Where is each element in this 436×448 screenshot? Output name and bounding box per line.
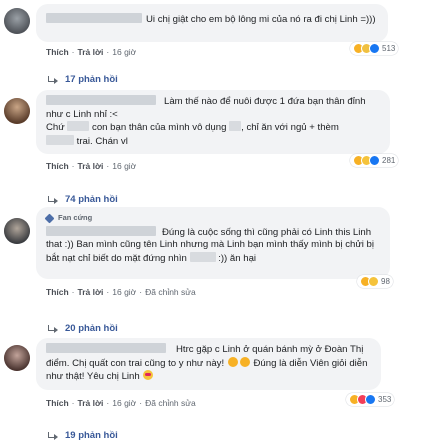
- fan-badge: Fan cứng: [44, 212, 380, 225]
- timestamp[interactable]: 16 giờ: [112, 47, 136, 57]
- like-link[interactable]: Thích: [46, 398, 69, 408]
- redacted-mention: [46, 134, 74, 145]
- reply-arrow-icon: [46, 195, 60, 204]
- reaction-summary[interactable]: 353: [346, 393, 395, 406]
- avatar[interactable]: [4, 98, 30, 124]
- laughing-emoji-icon: [239, 356, 250, 367]
- reply-arrow-icon: [46, 324, 60, 333]
- reply-link[interactable]: Trả lời: [78, 287, 104, 297]
- comment-bubble: Htrc gặp c Linh ở quán bánh mỳ ở Đoàn Th…: [36, 338, 381, 390]
- edited-label[interactable]: Đã chỉnh sửa: [145, 287, 196, 297]
- like-link[interactable]: Thích: [46, 47, 69, 57]
- reply-arrow-icon: [46, 431, 60, 440]
- like-reaction-icon: [365, 394, 376, 405]
- comment-2: Làm thế nào để nuôi được 1 đứa bạn thân …: [0, 90, 436, 182]
- comment-1: Ui chị giật cho em bộ lông mi của nó ra …: [0, 0, 436, 104]
- reaction-summary[interactable]: 281: [350, 154, 399, 167]
- redacted-username: [46, 13, 142, 23]
- comment-3: Fan cứng Đúng là cuộc sống thì cũng phải…: [0, 207, 436, 310]
- view-replies-link[interactable]: 17 phản hồi: [46, 74, 118, 85]
- like-link[interactable]: Thích: [46, 287, 69, 297]
- avatar[interactable]: [4, 218, 30, 244]
- like-reaction-icon: [369, 43, 380, 54]
- timestamp[interactable]: 16 giờ: [112, 398, 136, 408]
- redacted-mention: [189, 251, 216, 262]
- comment-text: Ui chị giật cho em bộ lông mi của nó ra …: [146, 14, 376, 25]
- comment-text-2: :)) ăn hại: [218, 252, 257, 264]
- timestamp[interactable]: 16 giờ: [112, 287, 136, 297]
- reaction-count: 281: [382, 156, 396, 165]
- sad-reaction-icon: [368, 276, 379, 287]
- view-replies-link[interactable]: 19 phản hồi: [46, 430, 118, 441]
- comment-actions: Thích · Trả lời · 16 giờ: [46, 47, 137, 57]
- reaction-summary[interactable]: 513: [350, 42, 399, 55]
- redacted-username: [46, 225, 156, 236]
- avatar[interactable]: [4, 345, 30, 371]
- comment-bubble: Ui chị giật cho em bộ lông mi của nó ra …: [36, 4, 388, 42]
- reaction-count: 98: [381, 277, 390, 286]
- redacted-mention: [229, 121, 242, 131]
- redacted-username: [46, 95, 156, 105]
- reply-link[interactable]: Trả lời: [78, 398, 104, 408]
- comment-text-3: con bạn thân của mình vô dụng: [92, 122, 227, 133]
- laughing-emoji-icon: [227, 356, 238, 367]
- comment-text-2: Chứ: [46, 122, 65, 133]
- heart-eyes-emoji-icon: [143, 370, 154, 380]
- comment-bubble: Fan cứng Đúng là cuộc sống thì cũng phải…: [36, 207, 390, 279]
- comment-actions: Thích · Trả lời · 16 giờ · Đã chỉnh sửa: [46, 398, 196, 408]
- reply-link[interactable]: Trả lời: [78, 47, 104, 57]
- reaction-summary[interactable]: 98: [357, 275, 393, 288]
- comment-4: Htrc gặp c Linh ở quán bánh mỳ ở Đoàn Th…: [0, 338, 436, 448]
- avatar[interactable]: [4, 8, 30, 34]
- redacted-mention: [67, 121, 90, 131]
- top-fan-icon: [44, 213, 55, 224]
- fan-badge-label: Fan cứng: [58, 213, 93, 222]
- redacted-username: [46, 343, 166, 353]
- view-replies-link[interactable]: 20 phản hồi: [46, 323, 118, 334]
- like-link[interactable]: Thích: [46, 161, 69, 171]
- reply-link[interactable]: Trả lời: [78, 161, 104, 171]
- reaction-count: 513: [382, 44, 396, 53]
- comment-text-5: trai. Chán vl: [76, 135, 128, 147]
- reaction-count: 353: [378, 395, 392, 404]
- view-replies-link[interactable]: 74 phản hồi: [46, 194, 118, 205]
- comment-bubble: Làm thế nào để nuôi được 1 đứa bạn thân …: [36, 90, 390, 154]
- comment-actions: Thích · Trả lời · 16 giờ: [46, 161, 137, 171]
- comment-text-4: , chỉ ăn với ngủ + thèm: [241, 122, 339, 133]
- timestamp[interactable]: 16 giờ: [112, 161, 136, 171]
- comment-actions: Thích · Trả lời · 16 giờ · Đã chỉnh sửa: [46, 287, 196, 297]
- edited-label[interactable]: Đã chỉnh sửa: [145, 398, 196, 408]
- reply-arrow-icon: [46, 75, 60, 84]
- like-reaction-icon: [369, 155, 380, 166]
